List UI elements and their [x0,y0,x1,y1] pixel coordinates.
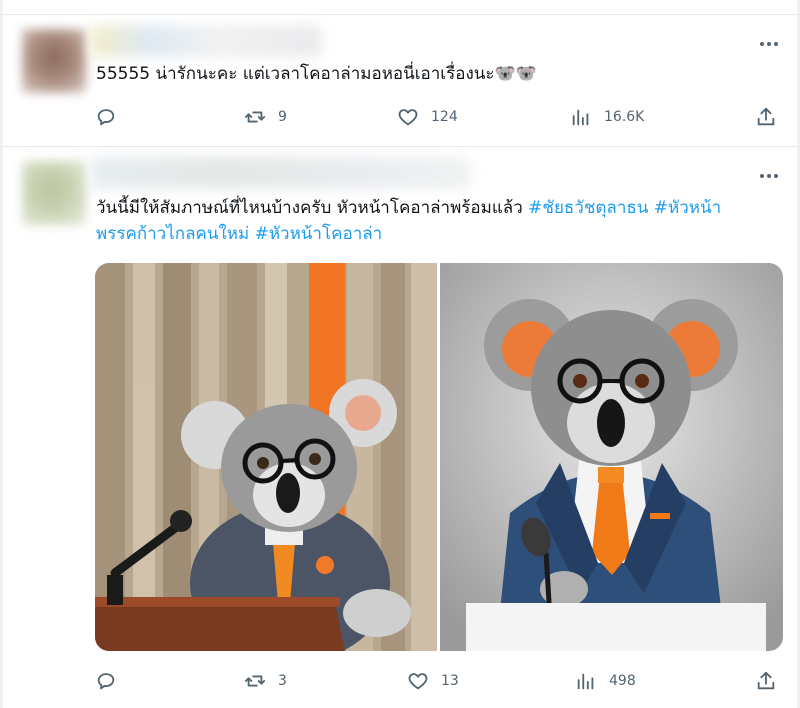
reply-button[interactable] [95,670,117,692]
share-icon [757,107,775,126]
retweet-icon [244,675,266,687]
retweet-icon [244,111,266,123]
reply-button[interactable] [95,106,117,128]
tweet-text-plain: วันนี้มีให้สัมภาษณ์ที่ไหนบ้างครับ หัวหน้… [96,198,529,218]
avatar[interactable] [22,29,86,93]
like-button[interactable]: 13 [407,670,459,692]
retweet-count: 3 [278,673,287,689]
koala-in-suit-photo[interactable] [440,263,783,651]
author-name-blurred[interactable] [91,25,321,57]
tweet-text: 55555 น่ารักนะคะ แต่เวลาโคอาล่ามอหอนี่เอ… [96,64,537,84]
hashtag-link[interactable]: #หัวหน้าโคอาล่า [255,224,383,244]
hashtag-link[interactable]: #หัวหน้า [654,198,721,218]
avatar[interactable] [22,161,86,225]
views-icon [577,673,594,690]
views-button[interactable]: 16.6K [570,106,644,128]
like-count: 124 [431,109,458,125]
media-gallery[interactable] [95,263,783,651]
reply-icon [97,673,115,690]
more-options-icon[interactable] [757,164,781,188]
views-count: 16.6K [604,109,645,125]
views-count: 498 [609,673,636,689]
more-options-icon[interactable] [757,32,781,56]
views-icon [572,109,589,126]
tweet-text: วันนี้มีให้สัมภาษณ์ที่ไหนบ้างครับ หัวหน้… [96,195,786,247]
share-button[interactable] [755,106,777,128]
retweet-button[interactable]: 3 [244,670,287,692]
views-button[interactable]: 498 [575,670,636,692]
koala-at-podium-photo[interactable] [95,263,437,651]
share-button[interactable] [755,670,777,692]
reply-icon [97,109,115,126]
hashtag-link[interactable]: #ชัยธวัชตุลาธน [528,198,648,218]
author-name-blurred[interactable] [91,157,471,189]
hashtag-link[interactable]: พรรคก้าวไกลคนใหม่ [96,224,249,244]
retweet-count: 9 [278,109,287,125]
tweet-1[interactable]: 55555 น่ารักนะคะ แต่เวลาโคอาล่ามอหอนี่เอ… [3,15,797,145]
like-button[interactable]: 124 [397,106,458,128]
tweet-2[interactable]: วันนี้มีให้สัมภาษณ์ที่ไหนบ้างครับ หัวหน้… [3,147,797,708]
like-count: 13 [441,673,459,689]
retweet-button[interactable]: 9 [244,106,287,128]
share-icon [757,671,775,690]
heart-icon [408,673,428,690]
heart-icon [398,109,418,126]
